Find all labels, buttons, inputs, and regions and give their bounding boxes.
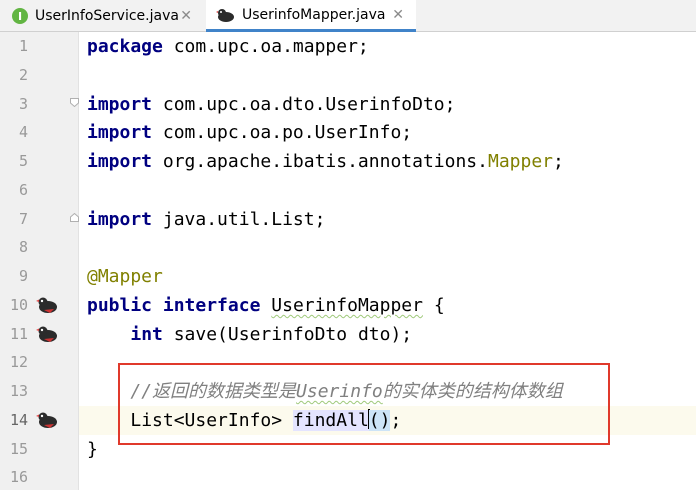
close-icon[interactable]: ✕ bbox=[392, 7, 404, 23]
line-number: 2 bbox=[18, 66, 28, 84]
code-line-3: import com.upc.oa.dto.UserinfoDto; bbox=[87, 94, 456, 115]
code-line-4: import com.upc.oa.po.UserInfo; bbox=[87, 122, 413, 143]
mybatis-navigation-icon[interactable] bbox=[36, 411, 58, 429]
code-line-5: import org.apache.ibatis.annotations.Map… bbox=[87, 151, 564, 172]
line-number: 4 bbox=[18, 123, 28, 141]
code-line-1: package com.upc.oa.mapper; bbox=[87, 36, 369, 57]
code-line-15: } bbox=[87, 439, 98, 460]
line-number: 12 bbox=[9, 353, 28, 371]
tab-userinfomapper[interactable]: UserinfoMapper.java ✕ bbox=[206, 0, 416, 32]
tab-label: UserInfoService.java bbox=[35, 8, 179, 24]
line-number: 8 bbox=[18, 238, 28, 256]
line-number: 16 bbox=[9, 468, 28, 486]
line-number: 9 bbox=[18, 267, 28, 285]
fold-start-icon[interactable] bbox=[70, 98, 79, 107]
code-line-9: @Mapper bbox=[87, 266, 163, 287]
line-number: 13 bbox=[9, 382, 28, 400]
line-gutter: 1 2 3 4 5 6 7 8 9 10 11 12 13 14 15 16 bbox=[0, 32, 79, 490]
editor-tab-bar: I UserInfoService.java ✕ UserinfoMapper.… bbox=[0, 0, 696, 32]
highlight-annotation-box bbox=[118, 363, 610, 445]
line-number: 3 bbox=[18, 95, 28, 113]
interface-i-icon: I bbox=[12, 8, 28, 24]
code-line-7: import java.util.List; bbox=[87, 209, 326, 230]
close-icon[interactable]: ✕ bbox=[180, 8, 192, 24]
line-number: 10 bbox=[9, 296, 28, 314]
tab-label: UserinfoMapper.java bbox=[242, 6, 386, 23]
mybatis-bird-icon bbox=[216, 8, 234, 22]
line-number: 6 bbox=[18, 181, 28, 199]
code-line-11: int save(UserinfoDto dto); bbox=[130, 324, 413, 345]
mybatis-navigation-icon[interactable] bbox=[36, 325, 58, 343]
line-number: 5 bbox=[18, 152, 28, 170]
line-number: 15 bbox=[9, 440, 28, 458]
line-number: 1 bbox=[18, 37, 28, 55]
line-number-current: 14 bbox=[9, 411, 28, 429]
code-line-10: public interface UserinfoMapper { bbox=[87, 295, 445, 316]
fold-end-icon[interactable] bbox=[70, 213, 79, 222]
mybatis-navigation-icon[interactable] bbox=[36, 296, 58, 314]
line-number: 11 bbox=[9, 325, 28, 343]
tab-userinfoservice[interactable]: I UserInfoService.java ✕ bbox=[0, 0, 204, 32]
line-number: 7 bbox=[18, 210, 28, 228]
